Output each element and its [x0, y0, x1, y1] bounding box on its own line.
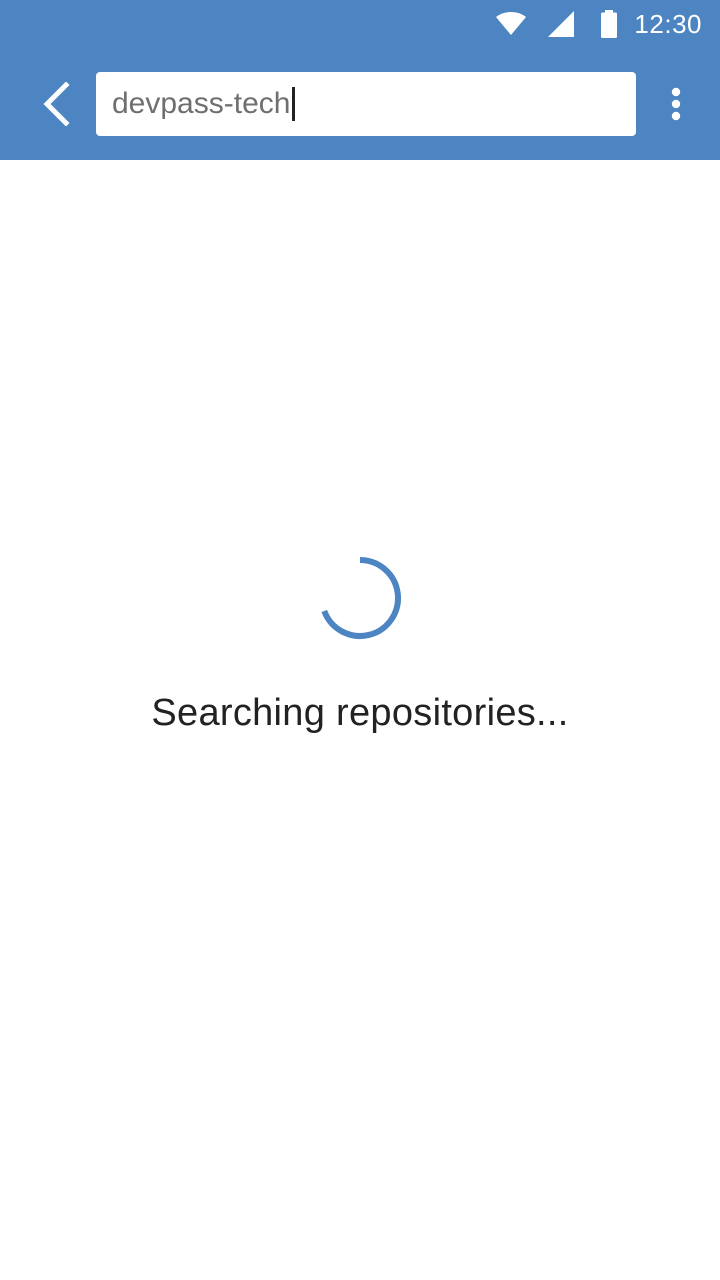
loading-message: Searching repositories...: [151, 692, 569, 734]
app-header: 12:30 devpass-tech: [0, 0, 720, 160]
wifi-icon: [496, 12, 527, 35]
text-cursor: [292, 87, 296, 121]
loading-spinner: [321, 557, 401, 639]
back-button[interactable]: [16, 64, 96, 144]
more-vert-icon: [671, 87, 681, 121]
cell-signal-icon: [548, 11, 575, 37]
chevron-left-icon: [43, 82, 70, 126]
status-clock: 12:30: [634, 9, 702, 39]
search-loading-screen: 12:30 devpass-tech Searching repositorie…: [0, 0, 720, 1280]
search-toolbar: devpass-tech: [0, 48, 720, 160]
overflow-menu-button[interactable]: [648, 72, 704, 136]
status-bar: 12:30: [0, 0, 720, 48]
status-icons: 12:30: [496, 0, 702, 48]
search-field[interactable]: devpass-tech: [96, 72, 636, 136]
battery-icon: [601, 10, 618, 38]
search-input[interactable]: devpass-tech: [112, 72, 290, 136]
